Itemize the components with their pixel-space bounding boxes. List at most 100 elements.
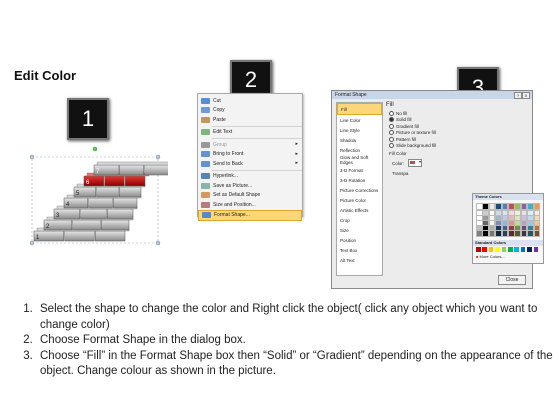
- more-colors-link[interactable]: ■ More Colors...: [476, 254, 505, 259]
- stair-block: [113, 197, 138, 209]
- category-artistic-effects[interactable]: Artistic Effects: [337, 205, 382, 215]
- color-swatch[interactable]: [482, 247, 487, 252]
- bring-front-icon: [201, 151, 210, 158]
- group-icon: [201, 141, 210, 148]
- selection-handle: [155, 240, 161, 246]
- menu-item-set-as-default-shape[interactable]: Set as Default Shape: [198, 191, 302, 201]
- close-button[interactable]: Close: [498, 275, 526, 285]
- format-shape-dialog: Format Shape ? X Fill Line Color Line Styl…: [331, 90, 544, 289]
- submenu-arrow-icon: ▸: [295, 141, 298, 147]
- stair-block: [96, 186, 119, 198]
- color-swatch[interactable]: [488, 247, 494, 252]
- size-position-icon: [201, 201, 210, 208]
- page-title: Edit Color: [14, 68, 77, 83]
- category-picture-color[interactable]: Picture Color: [337, 195, 382, 205]
- color-swatch[interactable]: [527, 247, 532, 252]
- category-size[interactable]: Size: [337, 225, 382, 235]
- menu-item-bring-to-front[interactable]: Bring to Front ▸: [198, 150, 302, 160]
- radio-icon: [389, 110, 394, 116]
- stair-block: [88, 197, 113, 209]
- color-picker-button[interactable]: ▾: [408, 159, 423, 167]
- color-swatch[interactable]: [514, 247, 519, 252]
- color-swatch[interactable]: [476, 247, 481, 252]
- instruction-step: Select the shape to change the color and…: [36, 302, 555, 333]
- menu-item-edit-text[interactable]: Edit Text: [198, 128, 302, 138]
- menu-item-send-to-back[interactable]: Send to Back ▸: [198, 159, 302, 169]
- category-picture-corrections[interactable]: Picture Corrections: [337, 185, 382, 195]
- fill-pane: Fill No fill Solid fill Gradient fill Pictu…: [386, 102, 544, 274]
- instruction-step: Choose “Fill” in the Format Shape box th…: [36, 349, 555, 380]
- help-button[interactable]: ?: [514, 92, 522, 99]
- radio-icon: [389, 123, 394, 129]
- dialog-titlebar: Format Shape: [332, 91, 532, 99]
- category-reflection[interactable]: Reflection: [337, 145, 382, 155]
- category-3-d-rotation[interactable]: 3-D Rotation: [337, 175, 382, 185]
- instructions: Select the shape to change the color and…: [10, 302, 555, 380]
- color-swatch[interactable]: [533, 247, 539, 252]
- submenu-arrow-icon: ▸: [295, 160, 298, 166]
- menu-item-format-shape[interactable]: Format Shape...: [198, 209, 302, 221]
- category-3-d-format[interactable]: 3-D Format: [337, 165, 382, 175]
- save-picture-icon: [201, 182, 210, 189]
- radio-icon: [389, 143, 394, 149]
- stair-block: [101, 219, 130, 231]
- send-back-icon: [201, 160, 210, 167]
- fill-option-radio[interactable]: Slide background fill: [389, 143, 528, 150]
- close-x-button[interactable]: X: [522, 92, 530, 99]
- category-fill[interactable]: Fill: [337, 103, 382, 115]
- dialog-title: Format Shape: [335, 92, 367, 98]
- color-swatch[interactable]: [520, 247, 526, 252]
- menu-item-copy[interactable]: Copy: [198, 106, 302, 116]
- scissors-icon: [201, 97, 210, 104]
- menu-item-paste[interactable]: Paste: [198, 115, 302, 125]
- menu-item-group[interactable]: Group ▸: [198, 140, 302, 150]
- stair-block: [107, 208, 134, 220]
- category-list: Fill Line Color Line Style Shadow Reflection…: [336, 102, 383, 276]
- step-1-badge: 1: [67, 98, 109, 140]
- stair-block: [64, 230, 95, 242]
- staircase-graphic[interactable]: 1234567: [28, 145, 168, 255]
- selection-handle: [155, 154, 161, 160]
- stair-block: [72, 219, 101, 231]
- stair-block: [125, 175, 146, 187]
- format-shape-icon: [202, 212, 211, 219]
- category-text-box[interactable]: Text Box: [337, 245, 382, 255]
- chevron-down-icon: ▾: [419, 159, 422, 164]
- color-palette-popup: Theme Colors Standard Colors ■ More Colo…: [472, 193, 544, 264]
- category-shadow[interactable]: Shadow: [337, 135, 382, 145]
- edit-text-icon: [201, 129, 210, 136]
- category-glow-and-soft-edges[interactable]: Glow and Soft Edges: [337, 155, 382, 165]
- color-swatch[interactable]: [533, 230, 541, 237]
- context-menu: Cut Copy Paste Edit Text Group ▸ Bring to Fron…: [197, 93, 303, 221]
- radio-icon: [389, 117, 394, 123]
- radio-icon: [389, 136, 394, 142]
- stair-block: [144, 164, 168, 176]
- menu-item-hyperlink[interactable]: Hyperlink...: [198, 172, 302, 182]
- copy-icon: [201, 107, 210, 114]
- menu-separator: [212, 138, 302, 139]
- fill-heading: Fill: [386, 102, 394, 108]
- color-swatch[interactable]: [533, 203, 541, 210]
- stair-block: [80, 208, 107, 220]
- color-swatch[interactable]: [501, 247, 507, 252]
- menu-item-cut[interactable]: Cut: [198, 96, 302, 106]
- menu-item-save-as-picture[interactable]: Save as Picture...: [198, 181, 302, 191]
- category-line-color[interactable]: Line Color: [337, 115, 382, 125]
- color-swatch[interactable]: [495, 247, 500, 252]
- category-line-style[interactable]: Line Style: [337, 125, 382, 135]
- category-alt-text[interactable]: Alt Text: [337, 255, 382, 265]
- category-position[interactable]: Position: [337, 235, 382, 245]
- radio-icon: [389, 130, 394, 136]
- selection-handle: [29, 240, 35, 246]
- selection-handle: [29, 154, 35, 160]
- stair-block: [119, 186, 142, 198]
- submenu-arrow-icon: ▸: [295, 150, 298, 157]
- color-swatch[interactable]: [508, 247, 513, 252]
- stair-block: [119, 164, 144, 176]
- transparency-label: Transpa: [392, 171, 409, 176]
- category-crop[interactable]: Crop: [337, 215, 382, 225]
- menu-separator: [212, 169, 302, 171]
- paste-icon: [201, 116, 210, 123]
- menu-item-size-and-position[interactable]: Size and Position...: [198, 200, 302, 210]
- stair-block: [95, 230, 126, 242]
